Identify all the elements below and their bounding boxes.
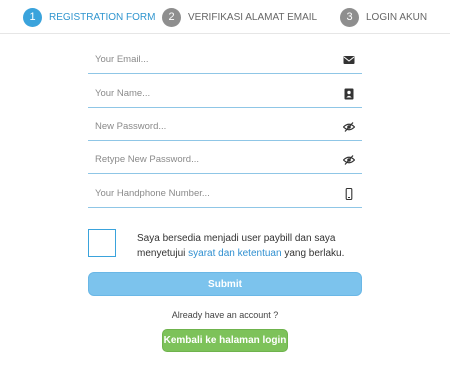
- agreement-checkbox[interactable]: [88, 229, 116, 257]
- terms-link[interactable]: syarat dan ketentuan: [188, 248, 281, 259]
- retype-password-field[interactable]: [88, 146, 328, 172]
- step-number: 1: [23, 7, 42, 27]
- step-number: 2: [162, 7, 181, 27]
- retype-password-field-container: [88, 146, 362, 174]
- envelope-icon: [343, 56, 355, 64]
- eye-slash-icon[interactable]: [343, 121, 355, 133]
- step-login-akun: 3 LOGIN AKUN: [340, 7, 427, 27]
- agreement-text: Saya bersedia menjadi user paybill dan s…: [137, 231, 362, 261]
- name-field[interactable]: [88, 80, 328, 106]
- back-to-login-button[interactable]: Kembali ke halaman login: [162, 329, 288, 352]
- mobile-phone-icon: [345, 188, 353, 200]
- step-registration-form: 1 REGISTRATION FORM: [23, 7, 155, 27]
- new-password-field[interactable]: [88, 113, 328, 139]
- step-verifikasi-email: 2 VERIFIKASI ALAMAT EMAIL: [162, 7, 317, 27]
- progress-steps: 1 REGISTRATION FORM 2 VERIFIKASI ALAMAT …: [0, 0, 450, 34]
- submit-button[interactable]: Submit: [88, 272, 362, 296]
- email-field[interactable]: [88, 46, 328, 72]
- step-number: 3: [340, 7, 359, 27]
- eye-slash-icon[interactable]: [343, 154, 355, 166]
- step-label: VERIFIKASI ALAMAT EMAIL: [188, 11, 318, 23]
- phone-field[interactable]: [88, 180, 328, 206]
- agreement-text-after: yang berlaku.: [281, 248, 345, 259]
- name-field-container: [88, 80, 362, 108]
- already-have-account-text: Already have an account ?: [171, 310, 279, 320]
- step-label: LOGIN AKUN: [366, 11, 428, 23]
- new-password-field-container: [88, 113, 362, 141]
- id-card-icon: [344, 88, 354, 100]
- step-label: REGISTRATION FORM: [49, 11, 156, 23]
- email-field-container: [88, 46, 362, 74]
- phone-field-container: [88, 180, 362, 208]
